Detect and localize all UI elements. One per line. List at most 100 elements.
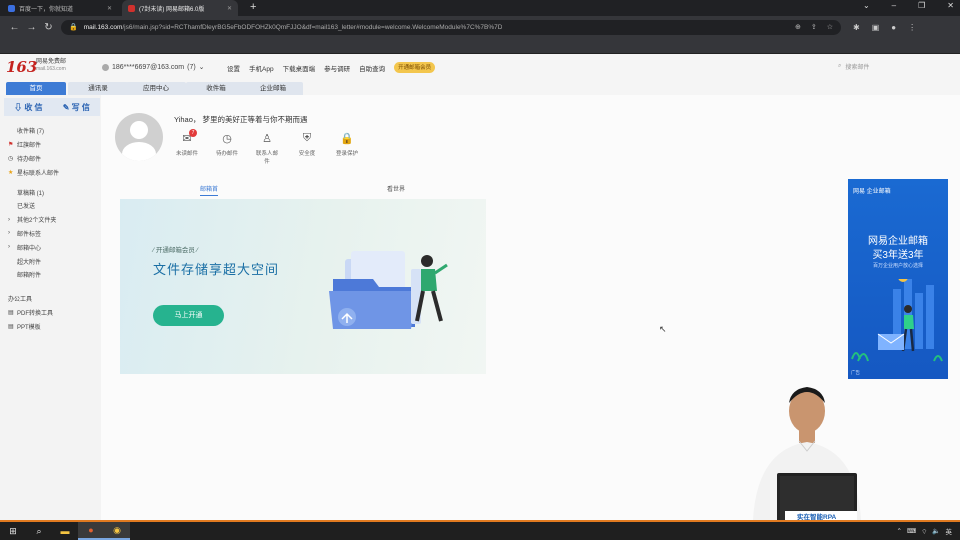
- tab-see-world[interactable]: 看世界: [387, 184, 405, 193]
- system-tray: ⌃ ⌨ ⌔ 🔈 英: [896, 526, 960, 536]
- windows-start-icon[interactable]: ⊞: [0, 522, 26, 540]
- sidebar-folder-item[interactable]: 邮箱附件: [8, 268, 100, 282]
- receive-button[interactable]: ⇩ 收 信: [14, 102, 42, 113]
- forward-icon[interactable]: →: [23, 22, 40, 33]
- powerpoint-icon[interactable]: ●: [78, 522, 104, 540]
- sidebar-folder-item[interactable]: 收件箱 (7): [8, 124, 100, 138]
- tab-contacts[interactable]: 通讯录: [68, 82, 128, 95]
- quick-stat-item[interactable]: 🔒 登录保护: [334, 132, 360, 165]
- profile-icon[interactable]: ●: [891, 23, 896, 32]
- mail-search[interactable]: ⌕ 搜索邮件: [838, 62, 869, 71]
- sidebar-tool-item[interactable]: ▤ PPT模板: [8, 319, 100, 333]
- tab-enterprise[interactable]: 企业邮箱: [243, 82, 303, 95]
- tab-inbox[interactable]: 收件箱: [186, 82, 246, 95]
- omnibox-actions: ⊕ ⇪ ☆: [795, 23, 833, 31]
- bookmark-star-icon[interactable]: ☆: [827, 23, 833, 31]
- quick-stat-icon: 🔒: [340, 133, 354, 145]
- chrome-icon[interactable]: ◉: [104, 522, 130, 540]
- volume-icon[interactable]: 🔈: [932, 527, 940, 535]
- link-mobile-app[interactable]: 手机App: [249, 63, 274, 73]
- sidebar-folder-item[interactable]: ⚑ 红旗邮件: [8, 138, 100, 152]
- search-icon: ⌕: [838, 63, 842, 69]
- link-desktop[interactable]: 下载桌面端: [283, 63, 316, 73]
- ad-headline-2: 买3年送3年: [872, 250, 924, 261]
- ad-brand: 网易 企业邮箱: [853, 189, 891, 195]
- account-switcher[interactable]: 186****6697@163.com (7) ⌄: [102, 63, 205, 71]
- browser-tab-baidu[interactable]: 百度一下，你就知道 ✕: [2, 0, 118, 16]
- sidepanel-icon[interactable]: ▣: [872, 23, 880, 32]
- quick-stat-label: 未读邮件: [175, 151, 198, 157]
- ad-tag: 广告: [851, 370, 860, 375]
- address-bar[interactable]: 🔒 mail.163.com /js6/main.jsp?sid=RCThamf…: [61, 19, 841, 35]
- browser-tabbar: 百度一下，你就知道 ✕ (7封未读) 网易邮箱6.0版 ✕ + ⌄ – ❐ ✕: [0, 0, 960, 16]
- quick-stat-item[interactable]: ⛨ 安全度: [294, 132, 320, 165]
- sidebar-folder-item[interactable]: ★ 星标联系人邮件: [8, 165, 100, 179]
- folder-glyph-icon: ›: [8, 230, 10, 237]
- sidebar-folder-item[interactable]: › 其他2个文件夹: [8, 213, 100, 227]
- new-tab-button[interactable]: +: [250, 1, 256, 13]
- write-label: 写 信: [71, 102, 90, 112]
- account-avatar-icon: [102, 63, 109, 71]
- file-explorer-icon[interactable]: ▬: [52, 522, 78, 540]
- account-address: 186****6697@163.com: [112, 63, 185, 71]
- sidebar-folder-item[interactable]: 草稿箱 (1): [8, 185, 100, 199]
- ad-headline-1: 网易企业邮箱: [868, 236, 928, 247]
- netease-favicon-icon: [128, 4, 135, 12]
- quick-stat-item[interactable]: ✉ 7 未读邮件: [174, 129, 200, 165]
- search-icon[interactable]: ⌕: [26, 522, 52, 540]
- search-placeholder: 搜索邮件: [845, 65, 870, 71]
- chevron-down-icon[interactable]: ⌄: [863, 1, 870, 10]
- sidebar-folder-item[interactable]: 超大附件: [8, 254, 100, 268]
- extension-icons: ✱ ▣ ● ⋮: [853, 23, 916, 32]
- compose-row: ⇩ 收 信 ✎ 写 信: [4, 98, 100, 116]
- menu-icon[interactable]: ⋮: [908, 23, 916, 32]
- tab-home[interactable]: 首页: [6, 82, 66, 95]
- quick-stat-label: 待办邮件: [215, 151, 238, 157]
- tab-app-center[interactable]: 应用中心: [126, 82, 186, 95]
- folder-label: 待办邮件: [17, 156, 42, 163]
- document-icon: ▤: [8, 309, 14, 316]
- minimize-icon[interactable]: –: [892, 1, 896, 10]
- enterprise-mail-ad[interactable]: 网易 企业邮箱 网易企业邮箱 买3年送3年 百万企业用户放心选择 广告: [848, 179, 948, 379]
- open-now-button[interactable]: 马上开通: [153, 305, 224, 326]
- sidebar-folder-item[interactable]: › 邮件标签: [8, 227, 100, 241]
- banner-tag-text: 开通邮箱会员: [155, 247, 195, 254]
- sidebar-tool-item[interactable]: ▤ PDF转换工具: [8, 306, 100, 320]
- quick-stats: ✉ 7 未读邮件 ◷ 待办邮件 ♙ 联系人邮件 ⛨ 安全度 🔒 登录保护: [174, 129, 360, 165]
- presenter-video: 实在智能RPA: [745, 383, 869, 523]
- reload-icon[interactable]: ↻: [40, 22, 57, 33]
- sidebar-folder-item[interactable]: ◷ 待办邮件: [8, 152, 100, 166]
- user-avatar[interactable]: [115, 113, 163, 161]
- browser-toolbar: ← → ↻ 🔒 mail.163.com /js6/main.jsp?sid=R…: [0, 16, 960, 38]
- link-survey[interactable]: 参与调研: [324, 63, 350, 73]
- vip-storage-banner[interactable]: ⁄ 开通邮箱会员 ⁄ 文件存储享超大空间 马上开通: [120, 199, 486, 374]
- tab-mail-home[interactable]: 邮箱首: [200, 184, 219, 196]
- quick-stat-label: 安全度: [298, 151, 316, 157]
- banner-title: 文件存储享超大空间: [153, 262, 280, 277]
- keyboard-icon[interactable]: ⌨: [907, 527, 916, 535]
- extensions-icon[interactable]: ✱: [853, 23, 860, 32]
- folder-label: 星标联系人邮件: [17, 170, 60, 177]
- windows-taskbar: ⊞ ⌕ ▬ ● ◉ ⌃ ⌨ ⌔ 🔈 英: [0, 520, 960, 540]
- sidebar-folder-item[interactable]: 已发送: [8, 199, 100, 213]
- translate-icon[interactable]: ⊕: [795, 23, 801, 31]
- lock-icon[interactable]: 🔒: [69, 23, 78, 31]
- tray-expand-icon[interactable]: ⌃: [896, 527, 901, 535]
- quick-stat-item[interactable]: ♙ 联系人邮件: [254, 132, 280, 165]
- close-icon[interactable]: ✕: [947, 1, 954, 10]
- write-button[interactable]: ✎ 写 信: [63, 102, 90, 113]
- logo-163[interactable]: 163: [6, 58, 37, 76]
- share-icon[interactable]: ⇪: [811, 23, 817, 31]
- back-icon[interactable]: ←: [6, 22, 23, 33]
- tab-close-icon[interactable]: ✕: [107, 5, 112, 12]
- browser-tab-163mail[interactable]: (7封未读) 网易邮箱6.0版 ✕: [122, 0, 238, 16]
- quick-stat-item[interactable]: ◷ 待办邮件: [214, 132, 240, 165]
- vip-badge[interactable]: 开通邮箱会员: [394, 62, 436, 73]
- network-icon[interactable]: ⌔: [921, 527, 927, 536]
- tab-close-icon[interactable]: ✕: [227, 5, 232, 12]
- link-self-service[interactable]: 自助查询: [359, 63, 385, 73]
- input-method[interactable]: 英: [946, 526, 953, 536]
- restore-icon[interactable]: ❐: [918, 1, 925, 10]
- sidebar-folder-item[interactable]: › 邮箱中心: [8, 240, 100, 254]
- link-settings[interactable]: 设置: [227, 63, 240, 73]
